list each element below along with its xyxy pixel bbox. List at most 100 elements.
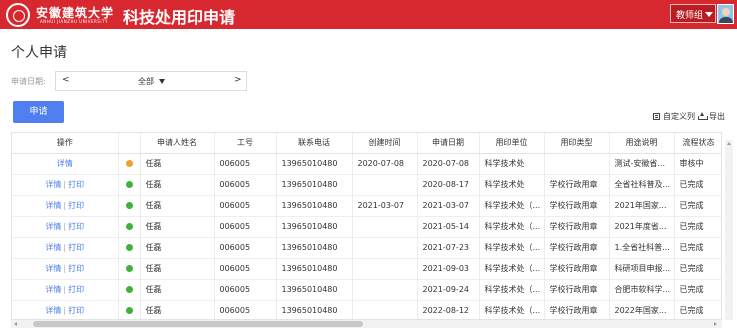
status-dot-icon xyxy=(125,265,133,272)
column-header[interactable]: 联系电话 xyxy=(276,133,353,154)
staff-id-cell: 006005 xyxy=(214,195,277,217)
apply-button[interactable]: 申请 xyxy=(13,101,64,123)
status-dot-cell xyxy=(118,279,141,301)
purpose-cell: 合肥市软科学... xyxy=(609,279,675,301)
table-row[interactable]: 详情 | 打印 任磊 006005 13965010480 2021-03-07 2021-0… xyxy=(12,195,721,217)
seal-unit-cell: 科学技术处（... xyxy=(479,216,545,238)
phone-cell: 13965010480 xyxy=(276,300,353,319)
detail-link[interactable]: 详情 xyxy=(45,222,61,231)
apply-date-cell: 2021-07-23 xyxy=(417,237,480,259)
status-dot-cell xyxy=(118,195,141,217)
status-cell: 审核中 xyxy=(674,153,721,175)
applicant-name-cell: 任磊 xyxy=(140,153,215,175)
caret-down-icon[interactable] xyxy=(159,79,165,84)
print-link[interactable]: 打印 xyxy=(68,285,84,294)
column-header[interactable]: 创建时间 xyxy=(352,133,418,154)
created-time-cell xyxy=(352,174,418,196)
detail-link[interactable]: 详情 xyxy=(45,180,61,189)
horizontal-scrollbar[interactable] xyxy=(11,320,722,328)
column-header[interactable]: 用途说明 xyxy=(609,133,675,154)
print-link[interactable]: 打印 xyxy=(68,201,84,210)
phone-cell: 13965010480 xyxy=(276,174,353,196)
table-row[interactable]: 详情 | 打印 任磊 006005 13965010480 2021-07-23 科学技术处（… xyxy=(12,237,721,259)
created-time-cell: 2020-07-08 xyxy=(352,153,418,175)
top-bar: 安徽建筑大学 ANHUI JIANZHU UNIVERSITY 科技处用印申请 … xyxy=(0,0,737,29)
phone-cell: 13965010480 xyxy=(276,258,353,280)
print-link[interactable]: 打印 xyxy=(68,306,84,315)
created-time-cell xyxy=(352,216,418,238)
seal-unit-cell: 科学技术处（... xyxy=(479,279,545,301)
action-separator: | xyxy=(63,222,67,231)
seal-type-cell: 学校行政用章 xyxy=(544,300,610,319)
table-row[interactable]: 详情 | 打印 任磊 006005 13965010480 2021-09-03 科学技术处（… xyxy=(12,258,721,280)
print-link[interactable]: 打印 xyxy=(68,180,84,189)
table-row[interactable]: 详情 | 打印 任磊 006005 13965010480 2021-05-14 科学技术处（… xyxy=(12,216,721,238)
column-header[interactable]: 用印类型 xyxy=(544,133,610,154)
scroll-left-icon[interactable] xyxy=(14,322,17,326)
column-header[interactable]: 工号 xyxy=(214,133,277,154)
page-title: 个人申请 xyxy=(11,45,67,61)
apply-date-cell: 2021-09-03 xyxy=(417,258,480,280)
vertical-scrollbar[interactable] xyxy=(725,140,733,320)
column-header[interactable]: 用印单位 xyxy=(479,133,545,154)
status-dot-cell xyxy=(118,237,141,259)
print-link[interactable]: 打印 xyxy=(68,264,84,273)
status-dot-icon xyxy=(125,181,133,188)
column-header[interactable]: 申请日期 xyxy=(417,133,480,154)
purpose-cell: 2022年国家... xyxy=(609,300,675,319)
column-header[interactable]: 申请人姓名 xyxy=(140,133,215,154)
detail-link[interactable]: 详情 xyxy=(45,306,61,315)
export-button[interactable]: 导出 xyxy=(698,111,725,122)
status-dot-icon xyxy=(125,223,133,230)
seal-unit-cell: 科学技术处（... xyxy=(479,258,545,280)
detail-link[interactable]: 详情 xyxy=(45,264,61,273)
seal-type-cell xyxy=(544,153,610,175)
actions-cell: 详情 | 打印 xyxy=(12,300,119,319)
user-menu-button[interactable]: 教师组 xyxy=(670,4,716,23)
created-time-cell: 2021-03-07 xyxy=(352,195,418,217)
staff-id-cell: 006005 xyxy=(214,216,277,238)
print-link[interactable]: 打印 xyxy=(68,222,84,231)
seal-unit-cell: 科学技术处（... xyxy=(479,300,545,319)
phone-cell: 13965010480 xyxy=(276,237,353,259)
applicant-name-cell: 任磊 xyxy=(140,300,215,319)
table-row[interactable]: 详情 | 打印 任磊 006005 13965010480 2022-08-12 科学技术处（… xyxy=(12,300,721,319)
column-header[interactable]: 流程状态 xyxy=(674,133,721,154)
seal-unit-cell: 科学技术处（... xyxy=(479,237,545,259)
table-row[interactable]: 详情 | 打印 任磊 006005 13965010480 2020-08-17 科学技术处学… xyxy=(12,174,721,196)
applicant-name-cell: 任磊 xyxy=(140,195,215,217)
applicant-name-cell: 任磊 xyxy=(140,279,215,301)
date-filter-value[interactable]: 全部 xyxy=(138,76,154,87)
apply-date-cell: 2021-05-14 xyxy=(417,216,480,238)
scrollbar-thumb[interactable] xyxy=(33,321,363,327)
print-link[interactable]: 打印 xyxy=(68,243,84,252)
date-filter[interactable]: < 全部 > xyxy=(55,71,247,91)
status-dot-icon xyxy=(125,202,133,209)
apply-date-cell: 2022-08-12 xyxy=(417,300,480,319)
scroll-up-icon[interactable] xyxy=(727,142,731,145)
detail-link[interactable]: 详情 xyxy=(45,201,61,210)
table-row[interactable]: 详情 任磊 006005 13965010480 2020-07-08 2020-07-0… xyxy=(12,153,721,175)
staff-id-cell: 006005 xyxy=(214,237,277,259)
seal-type-cell: 学校行政用章 xyxy=(544,174,610,196)
next-period-button[interactable]: > xyxy=(234,75,242,85)
detail-link[interactable]: 详情 xyxy=(45,285,61,294)
custom-columns-button[interactable]: 自定义列 xyxy=(653,111,695,122)
apply-date-cell: 2020-08-17 xyxy=(417,174,480,196)
phone-cell: 13965010480 xyxy=(276,279,353,301)
detail-link[interactable]: 详情 xyxy=(45,243,61,252)
status-cell: 已完成 xyxy=(674,216,721,238)
purpose-cell: 1.全省社科普... xyxy=(609,237,675,259)
purpose-cell: 科研项目申报... xyxy=(609,258,675,280)
scroll-right-icon[interactable] xyxy=(714,322,717,326)
detail-link[interactable]: 详情 xyxy=(57,159,73,168)
avatar[interactable] xyxy=(717,4,734,24)
purpose-cell: 测试-安徽省... xyxy=(609,153,675,175)
created-time-cell xyxy=(352,237,418,259)
column-header[interactable]: 操作 xyxy=(12,133,119,154)
table-row[interactable]: 详情 | 打印 任磊 006005 13965010480 2021-09-24 科学技术处（… xyxy=(12,279,721,301)
prev-period-button[interactable]: < xyxy=(62,75,70,85)
seal-unit-cell: 科学技术处 xyxy=(479,174,545,196)
apply-date-cell: 2021-03-07 xyxy=(417,195,480,217)
actions-cell: 详情 | 打印 xyxy=(12,258,119,280)
